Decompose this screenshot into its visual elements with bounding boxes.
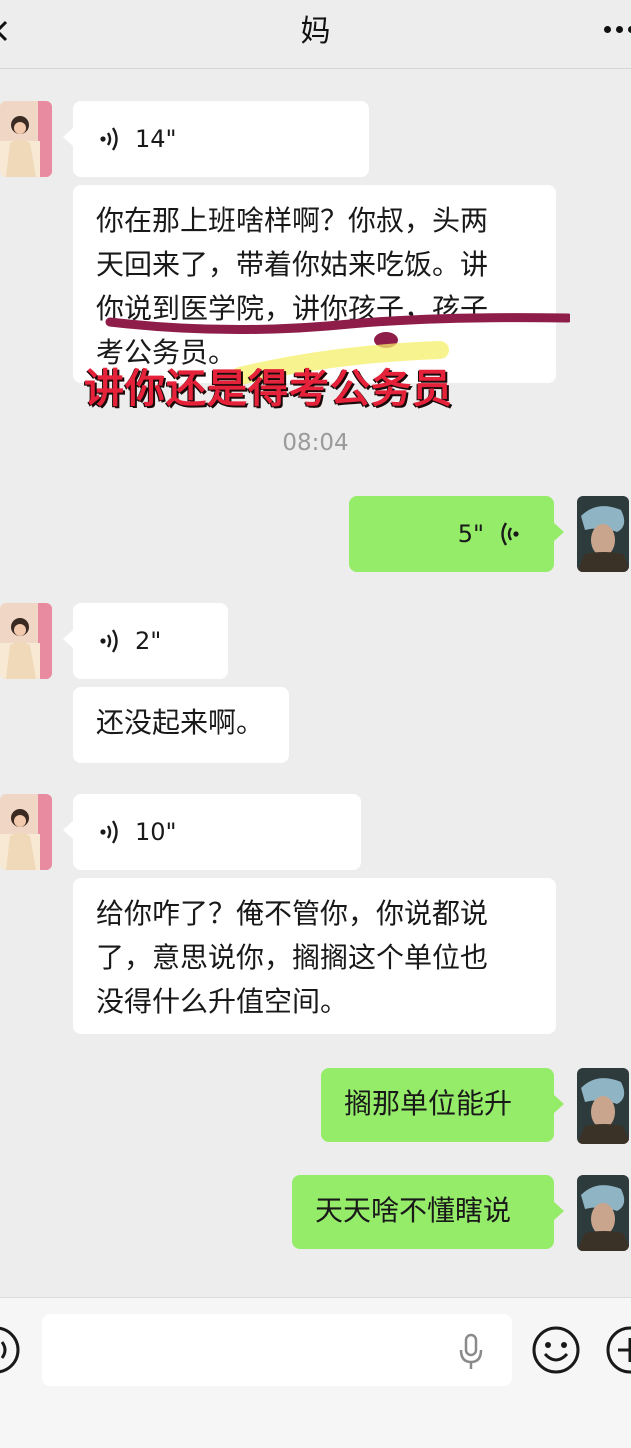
message-text: 搁那单位能升	[344, 1087, 513, 1120]
voice-message[interactable]: 2"	[63, 603, 228, 679]
plus-icon[interactable]	[604, 1324, 631, 1376]
text-message[interactable]: 还没起来啊。	[73, 687, 289, 763]
contact-avatar[interactable]	[0, 794, 52, 870]
voice-message[interactable]: 10"	[63, 794, 361, 870]
message-text: 还没起来啊。	[96, 706, 265, 739]
contact-avatar[interactable]	[0, 101, 52, 177]
chat-title: 妈	[300, 14, 331, 49]
overlay-caption: 讲你还是得考公务员	[84, 366, 453, 412]
voice-duration: 10"	[135, 818, 177, 846]
contact-avatar[interactable]	[0, 603, 52, 679]
message-line: 没得什么升值空间。	[96, 985, 349, 1018]
smiley-icon[interactable]	[530, 1324, 582, 1376]
timestamp: 08:04	[282, 430, 349, 456]
input-bar	[0, 1297, 631, 1448]
more-dots-icon[interactable]	[604, 26, 631, 36]
message-line: 你在那上班啥样啊？你叔，头两	[96, 204, 489, 237]
voice-wave-icon	[100, 127, 118, 151]
voice-duration: 5"	[457, 520, 484, 548]
voice-duration: 2"	[135, 627, 162, 655]
microphone-icon[interactable]	[456, 1332, 486, 1372]
voice-wave-icon	[501, 522, 519, 546]
text-message[interactable]: 搁那单位能升	[321, 1068, 564, 1142]
voice-message[interactable]: 5"	[349, 496, 564, 572]
chat-header: 妈	[0, 0, 631, 69]
self-avatar[interactable]	[577, 496, 629, 572]
message-text: 天天啥不懂瞎说	[315, 1194, 512, 1227]
text-message[interactable]: 给你咋了？俺不管你，你说都说 了，意思说你，搁搁这个单位也 没得什么升值空间。	[73, 878, 556, 1034]
self-avatar[interactable]	[577, 1068, 629, 1144]
self-avatar[interactable]	[577, 1175, 629, 1251]
voice-toggle-icon[interactable]	[0, 1324, 22, 1376]
message-line: 给你咋了？俺不管你，你说都说	[96, 897, 489, 930]
message-input[interactable]	[42, 1314, 512, 1386]
voice-message[interactable]: 14"	[63, 101, 369, 177]
voice-wave-icon	[100, 820, 118, 844]
text-message[interactable]: 天天啥不懂瞎说	[292, 1175, 564, 1249]
voice-duration: 14"	[135, 125, 177, 153]
message-line: 天回来了，带着你姑来吃饭。讲	[96, 248, 489, 281]
message-line: 了，意思说你，搁搁这个单位也	[96, 941, 489, 974]
voice-wave-icon	[100, 629, 118, 653]
